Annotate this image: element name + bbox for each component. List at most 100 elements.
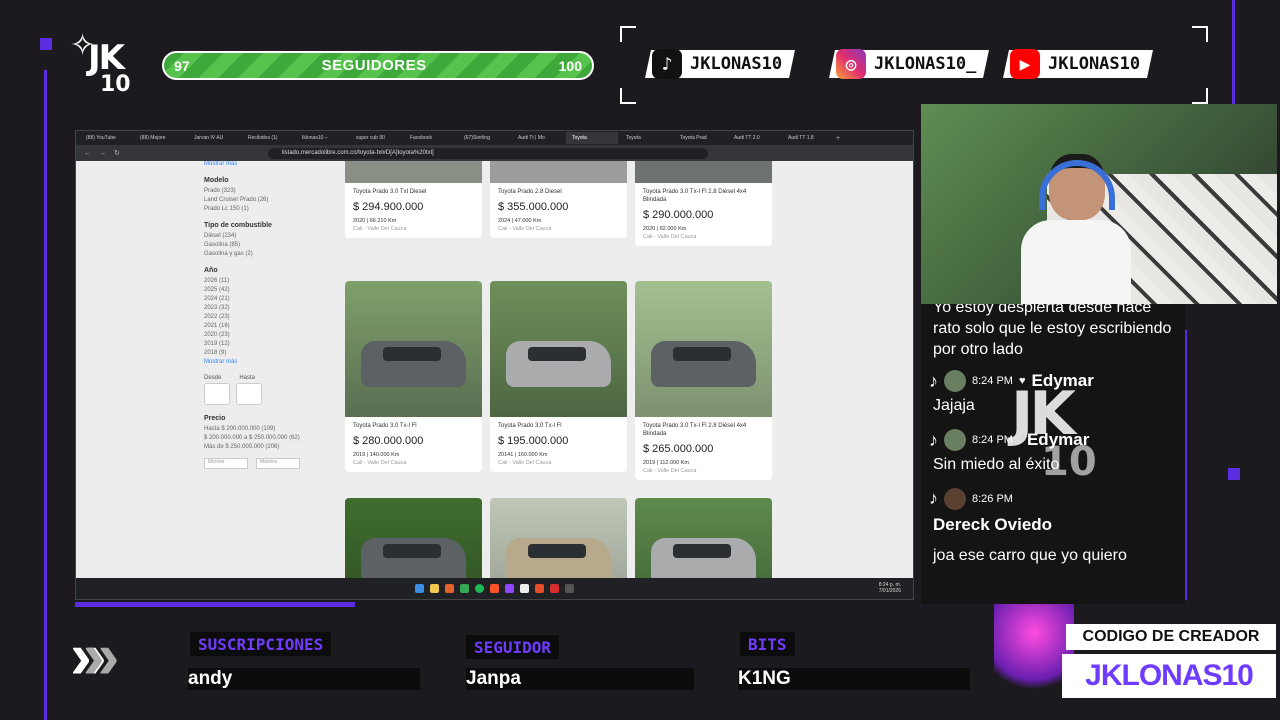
frame-line-left bbox=[44, 70, 47, 720]
forward-icon[interactable]: → bbox=[99, 150, 106, 157]
listing-card[interactable] bbox=[345, 498, 482, 578]
listing-title[interactable]: Toyota Prado 3.0 Tx-l Fl 2.8 Diésel 4x4 … bbox=[643, 423, 764, 439]
back-icon[interactable]: ← bbox=[84, 150, 91, 157]
tab[interactable]: Jarvan IV AU bbox=[188, 132, 240, 144]
filter-option[interactable]: Prado (323) bbox=[204, 188, 334, 194]
tab[interactable]: Audi Tt | Mo bbox=[512, 132, 564, 144]
filter-option[interactable]: Land Cruiser Prado (26) bbox=[204, 197, 334, 203]
tab[interactable]: Toyota Prad bbox=[674, 132, 726, 144]
tab[interactable]: (88) YouTube bbox=[80, 132, 132, 144]
start-icon[interactable] bbox=[415, 584, 424, 593]
listing-title[interactable]: Toyota Prado 3.0 Tx-l Fl 2.8 Diésel 4x4 … bbox=[643, 189, 764, 205]
app-icon[interactable] bbox=[535, 584, 544, 593]
filter-title-price: Precio bbox=[204, 415, 226, 422]
youtube-handle: JKLONAS10 bbox=[1048, 54, 1141, 74]
taskbar-clock[interactable]: 8:24 p. m. 7/01/2026 bbox=[879, 582, 901, 594]
chat-watermark-logo: JK 10 bbox=[1011, 379, 1097, 485]
new-tab-icon[interactable]: + bbox=[836, 135, 840, 142]
listing-card[interactable]: Toyota Prado 3.0 Tx-l Fl $ 195.000.000 2… bbox=[490, 281, 627, 472]
tab[interactable]: (88) Mejore bbox=[134, 132, 186, 144]
filter-option[interactable]: 2024 (21) bbox=[204, 296, 334, 302]
year-range-selects bbox=[204, 383, 334, 405]
filter-option[interactable]: 2026 (11) bbox=[204, 278, 334, 284]
twitch-icon[interactable] bbox=[505, 584, 514, 593]
listing-year-km: 2020 | 82.000 Km bbox=[643, 225, 687, 232]
tiktok-icon: ♪ bbox=[929, 370, 938, 391]
spotify-icon[interactable] bbox=[475, 584, 484, 593]
tab[interactable]: Audi TT 1.8 bbox=[782, 132, 834, 144]
show-more-link[interactable]: Mostrar más bbox=[204, 359, 334, 365]
listing-image[interactable] bbox=[490, 498, 627, 578]
price-max-input[interactable]: Máximo bbox=[256, 458, 300, 469]
address-bar-row: ← → ↻ listado.mercadolibre.com.co/toyota… bbox=[76, 145, 913, 161]
listing-image[interactable] bbox=[635, 498, 772, 578]
listing-year-km: 2019 | 140.000 Km bbox=[353, 451, 400, 458]
tab[interactable]: super cub 90 bbox=[350, 132, 402, 144]
listing-image[interactable] bbox=[345, 161, 482, 183]
filter-option[interactable]: Diésel (234) bbox=[204, 233, 334, 239]
listing-card[interactable]: Toyota Prado 3.0 Tx-l Fl 2.8 Diésel 4x4 … bbox=[635, 161, 772, 246]
listing-card[interactable] bbox=[490, 498, 627, 578]
listing-image[interactable] bbox=[490, 281, 627, 417]
listing-title[interactable]: Toyota Prado 3.0 Tx-l Fl bbox=[498, 423, 619, 431]
bits-value: K1NG bbox=[738, 668, 970, 690]
app-icon[interactable] bbox=[565, 584, 574, 593]
filter-option[interactable]: Hasta $ 200.000.000 (109) bbox=[204, 426, 334, 432]
app-icon[interactable] bbox=[550, 584, 559, 593]
filter-option[interactable]: 2022 (23) bbox=[204, 314, 334, 320]
listing-title[interactable]: Toyota Prado 3.0 Txl Diesel bbox=[353, 189, 474, 197]
follower-label: SEGUIDOR bbox=[466, 635, 560, 659]
avatar bbox=[944, 487, 966, 510]
reload-icon[interactable]: ↻ bbox=[114, 149, 120, 157]
app-icon[interactable] bbox=[445, 584, 454, 593]
filter-option[interactable]: 2018 (9) bbox=[204, 350, 334, 356]
listing-image[interactable] bbox=[490, 161, 627, 183]
filter-option[interactable]: 2025 (42) bbox=[204, 287, 334, 293]
price-min-input[interactable]: Mínimo bbox=[204, 458, 248, 469]
filter-option[interactable]: 2021 (16) bbox=[204, 323, 334, 329]
tab-active[interactable]: Toyota bbox=[566, 132, 618, 144]
filter-option[interactable]: Prado Lc 150 (1) bbox=[204, 206, 334, 212]
car-photo bbox=[651, 341, 756, 387]
listing-card[interactable]: Toyota Prado 3.0 Tx-l Fl $ 280.000.000 2… bbox=[345, 281, 482, 472]
listing-title[interactable]: Toyota Prado 2.8 Diesel bbox=[498, 189, 619, 197]
listing-year-km: 2020 | 66.210 Km bbox=[353, 217, 397, 224]
listing-location: Cali - Valle Del Cauca bbox=[643, 233, 697, 240]
filter-option[interactable]: Más de $ 250.000.000 (206) bbox=[204, 444, 334, 450]
filter-option[interactable]: Gasolina (85) bbox=[204, 242, 334, 248]
filter-option[interactable]: $ 200.000.000 a $ 250.000.000 (62) bbox=[204, 435, 334, 441]
listing-card[interactable]: Toyota Prado 3.0 Txl Diesel $ 294.900.00… bbox=[345, 161, 482, 238]
range-from-label: Desde bbox=[204, 375, 222, 381]
filter-option[interactable]: 2023 (32) bbox=[204, 305, 334, 311]
chrome-icon[interactable] bbox=[520, 584, 529, 593]
filter-option[interactable]: 2020 (23) bbox=[204, 332, 334, 338]
year-to-select[interactable] bbox=[236, 383, 262, 405]
explorer-icon[interactable] bbox=[430, 584, 439, 593]
listing-price: $ 290.000.000 bbox=[643, 208, 714, 221]
listing-price: $ 355.000.000 bbox=[498, 200, 569, 213]
tab[interactable]: Toyota bbox=[620, 132, 672, 144]
listing-image[interactable] bbox=[345, 281, 482, 417]
filter-option[interactable]: 2019 (12) bbox=[204, 341, 334, 347]
brave-icon[interactable] bbox=[490, 584, 499, 593]
listing-card[interactable]: Toyota Prado 2.8 Diesel $ 355.000.000 20… bbox=[490, 161, 627, 238]
tab[interactable]: (67)Sterling bbox=[458, 132, 510, 144]
tab[interactable]: Recibidos (1) bbox=[242, 132, 294, 144]
listing-title[interactable]: Toyota Prado 3.0 Tx-l Fl bbox=[353, 423, 474, 431]
listing-image[interactable] bbox=[635, 281, 772, 417]
tab[interactable]: Iklonas10 – bbox=[296, 132, 348, 144]
listing-card[interactable]: Toyota Prado 3.0 Tx-l Fl 2.8 Diésel 4x4 … bbox=[635, 281, 772, 480]
tab[interactable]: Facebook bbox=[404, 132, 456, 144]
avatar bbox=[944, 370, 966, 393]
url-field[interactable]: listado.mercadolibre.com.co/toyota-txl#D… bbox=[267, 147, 708, 159]
listing-location: Cali - Valle Del Cauca bbox=[643, 467, 697, 474]
chevrons-icon: »» bbox=[70, 618, 119, 692]
tab[interactable]: Audi TT 2.0 bbox=[728, 132, 780, 144]
show-more-link[interactable]: Mostrar más bbox=[204, 161, 334, 167]
year-from-select[interactable] bbox=[204, 383, 230, 405]
listing-card[interactable] bbox=[635, 498, 772, 578]
filter-option[interactable]: Gasolina y gas (2) bbox=[204, 251, 334, 257]
app-icon[interactable] bbox=[460, 584, 469, 593]
listing-image[interactable] bbox=[345, 498, 482, 578]
listing-image[interactable] bbox=[635, 161, 772, 183]
